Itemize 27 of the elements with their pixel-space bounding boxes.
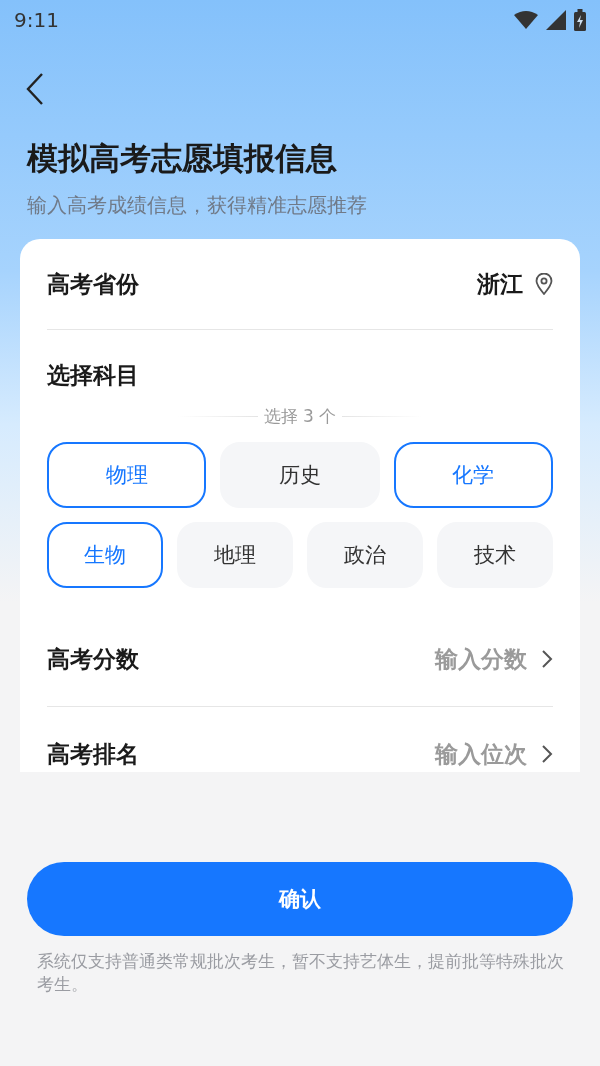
input-field[interactable]: 输入分数	[151, 645, 529, 673]
subject-chip[interactable]: 政治	[307, 522, 423, 588]
wifi-icon	[514, 11, 538, 29]
note-text: 系统仅支持普通类常规批次考生，暂不支持艺体生，提前批等特殊批次考生。	[37, 950, 565, 996]
subject-chip[interactable]: 生物	[47, 522, 163, 588]
battery-icon	[574, 9, 586, 31]
subjects-hint: 选择 3 个	[263, 405, 337, 428]
field-label: 高考分数	[47, 644, 139, 674]
subject-chip[interactable]: 历史	[220, 442, 380, 508]
location-pin-icon[interactable]	[535, 273, 553, 295]
input-field[interactable]: 输入位次	[151, 740, 529, 768]
subject-chip[interactable]: 地理	[177, 522, 293, 588]
province-label: 高考省份	[47, 269, 140, 299]
signal-icon	[546, 10, 566, 30]
province-value[interactable]: 浙江	[477, 268, 523, 300]
subjects-label: 选择科目	[47, 361, 140, 390]
subject-chip[interactable]: 化学	[393, 442, 553, 508]
back-icon[interactable]	[26, 72, 44, 106]
page-subtitle: 输入高考成绩信息，获得精准志愿推荐	[27, 192, 368, 219]
status-time: 9:11	[14, 8, 59, 32]
subject-chip[interactable]: 物理	[47, 442, 207, 508]
confirm-button[interactable]: 确认	[27, 862, 573, 936]
subject-chip[interactable]: 技术	[437, 522, 553, 588]
field-label: 高考排名	[47, 739, 139, 769]
chevron-right-icon	[541, 649, 553, 669]
page-title: 模拟高考志愿填报信息	[27, 139, 338, 178]
chevron-right-icon	[541, 744, 553, 764]
